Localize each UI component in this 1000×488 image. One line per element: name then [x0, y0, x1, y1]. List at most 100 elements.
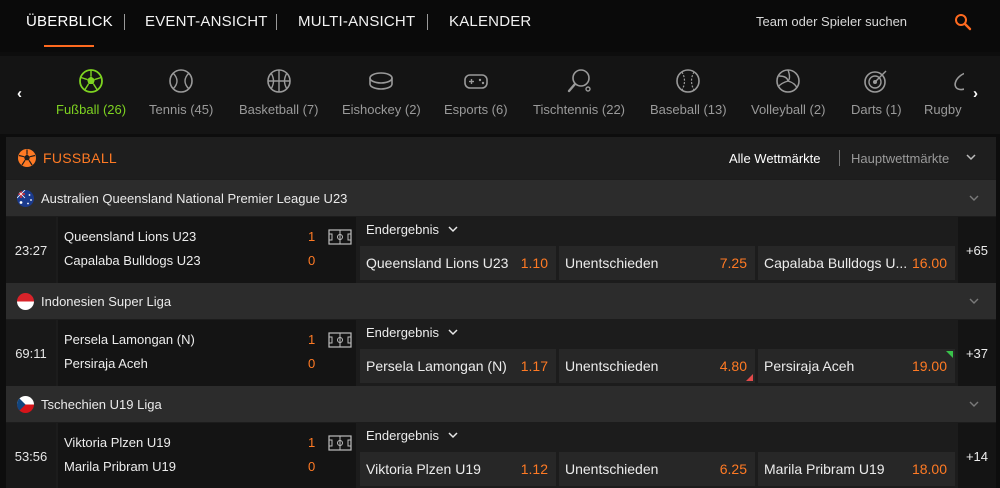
odds-label: Unentschieden	[565, 358, 659, 374]
odds-label: Persiraja Aceh	[764, 358, 855, 374]
sport-item-baseball[interactable]: Baseball (13)	[650, 68, 727, 117]
odds-button-away[interactable]: Marila Pribram U19 18.00	[758, 452, 955, 486]
away-score: 0	[308, 356, 316, 371]
away-score: 0	[308, 459, 316, 474]
chevron-down-icon[interactable]	[966, 153, 976, 161]
sport-item-fussball[interactable]: Fußball (26)	[56, 68, 126, 117]
sport-label: Tischtennis (22)	[533, 102, 625, 117]
sport-item-rugby[interactable]: Rugby	[924, 68, 964, 117]
soccer-field-icon[interactable]	[328, 332, 352, 348]
league-header[interactable]: Australien Queensland National Premier L…	[6, 180, 996, 216]
match-teams[interactable]: Viktoria Plzen U19 Marila Pribram U19 1 …	[58, 423, 356, 488]
carousel-prev-arrow-icon[interactable]: ‹	[17, 86, 31, 102]
soccer-ball-icon	[79, 69, 103, 93]
sport-item-eishockey[interactable]: Eishockey (2)	[342, 68, 421, 117]
odds-price: 18.00	[911, 461, 947, 477]
sport-item-esports[interactable]: Esports (6)	[444, 68, 508, 117]
odds-price: 1.17	[520, 358, 548, 374]
sport-item-tennis[interactable]: Tennis (45)	[149, 68, 213, 117]
odds-label: Unentschieden	[565, 461, 659, 477]
home-score: 1	[308, 332, 316, 347]
odds-label: Persela Lamongan (N)	[366, 358, 507, 374]
market-filter-main[interactable]: Hauptwettmärkte	[851, 151, 949, 166]
sport-item-volleyball[interactable]: Volleyball (2)	[751, 68, 825, 117]
odds-button-home[interactable]: Queensland Lions U23 1.10	[360, 246, 556, 280]
odds-label: Queensland Lions U23	[366, 255, 509, 271]
chevron-down-icon[interactable]	[448, 329, 458, 336]
rugby-ball-icon	[954, 71, 964, 91]
odds-button-draw[interactable]: Unentschieden 4.80	[559, 349, 755, 383]
australia-flag-icon	[17, 190, 34, 207]
sport-label: Volleyball (2)	[751, 102, 826, 117]
league-name: Indonesien Super Liga	[41, 294, 172, 309]
sport-item-tischtennis[interactable]: Tischtennis (22)	[533, 68, 625, 117]
match-clock: 23:27	[6, 217, 56, 283]
away-team: Capalaba Bulldogs U23	[64, 253, 201, 268]
odds-button-away[interactable]: Capalaba Bulldogs U... 16.00	[758, 246, 955, 280]
chevron-down-icon[interactable]	[448, 226, 458, 233]
odds-price: 16.00	[911, 255, 947, 271]
odds-button-draw[interactable]: Unentschieden 7.25	[559, 246, 755, 280]
sport-item-darts[interactable]: Darts (1)	[851, 68, 902, 117]
odds-button-away[interactable]: Persiraja Aceh 19.00	[758, 349, 955, 383]
soccer-ball-icon	[18, 149, 36, 167]
away-score: 0	[308, 253, 316, 268]
odds-button-home[interactable]: Viktoria Plzen U19 1.12	[360, 452, 556, 486]
more-markets-button[interactable]: +14	[958, 423, 996, 488]
away-team: Persiraja Aceh	[64, 356, 148, 371]
sport-label: Basketball (7)	[239, 102, 319, 117]
odds-price: 19.00	[911, 358, 947, 374]
odds-down-indicator	[746, 374, 753, 381]
away-team: Marila Pribram U19	[64, 459, 176, 474]
match-row: 53:56 Viktoria Plzen U19 Marila Pribram …	[6, 423, 996, 488]
match-row: 69:11 Persela Lamongan (N) Persiraja Ace…	[6, 320, 996, 386]
odds-button-home[interactable]: Persela Lamongan (N) 1.17	[360, 349, 556, 383]
sports-carousel: ‹ Fußball (26) Tennis (45) Basketball (7…	[0, 56, 1000, 134]
market-selector[interactable]: Endergebnis	[366, 222, 439, 237]
tennis-ball-icon	[169, 69, 193, 93]
soccer-field-icon[interactable]	[328, 229, 352, 245]
tab-event-ansicht[interactable]: EVENT-ANSICHT	[145, 13, 268, 30]
market-filter-all[interactable]: Alle Wettmärkte	[729, 151, 821, 166]
odds-price: 7.25	[719, 255, 747, 271]
soccer-field-icon[interactable]	[328, 435, 352, 451]
odds-label: Marila Pribram U19	[764, 461, 885, 477]
tab-multi-ansicht[interactable]: MULTI-ANSICHT	[298, 13, 415, 30]
main-panel: FUSSBALL Alle Wettmärkte Hauptwettmärkte…	[6, 137, 996, 488]
market-selector[interactable]: Endergebnis	[366, 428, 439, 443]
sport-label: Darts (1)	[851, 102, 902, 117]
match-clock: 53:56	[6, 423, 56, 488]
match-teams[interactable]: Queensland Lions U23 Capalaba Bulldogs U…	[58, 217, 356, 283]
odds-up-indicator	[946, 351, 953, 358]
chevron-down-icon[interactable]	[448, 432, 458, 439]
more-markets-button[interactable]: +37	[958, 320, 996, 386]
tab-separator	[427, 14, 428, 30]
czech-flag-icon	[17, 396, 34, 413]
match-teams[interactable]: Persela Lamongan (N) Persiraja Aceh 1 0	[58, 320, 356, 386]
odds-button-draw[interactable]: Unentschieden 6.25	[559, 452, 755, 486]
chevron-down-icon[interactable]	[969, 195, 979, 202]
search-icon[interactable]	[954, 13, 972, 31]
section-header: FUSSBALL Alle Wettmärkte Hauptwettmärkte	[6, 137, 996, 179]
home-score: 1	[308, 435, 316, 450]
market-selector[interactable]: Endergebnis	[366, 325, 439, 340]
odds-label: Unentschieden	[565, 255, 659, 271]
search-input[interactable]: Team oder Spieler suchen	[756, 14, 907, 29]
sport-item-basketball[interactable]: Basketball (7)	[239, 68, 318, 117]
tab-separator	[276, 14, 277, 30]
volleyball-icon	[776, 69, 801, 93]
darts-target-icon	[864, 70, 887, 93]
league-header[interactable]: Indonesien Super Liga	[6, 283, 996, 319]
odds-price: 1.10	[520, 255, 548, 271]
tab-ueberblick[interactable]: ÜBERBLICK	[26, 13, 113, 30]
more-markets-button[interactable]: +65	[958, 217, 996, 283]
home-team: Viktoria Plzen U19	[64, 435, 171, 450]
league-header[interactable]: Tschechien U19 Liga	[6, 386, 996, 422]
tab-kalender[interactable]: KALENDER	[449, 13, 531, 30]
carousel-next-arrow-icon[interactable]: ›	[973, 86, 987, 102]
chevron-down-icon[interactable]	[969, 401, 979, 408]
home-score: 1	[308, 229, 316, 244]
gamepad-icon	[463, 74, 488, 89]
odds-price: 4.80	[719, 358, 747, 374]
chevron-down-icon[interactable]	[969, 298, 979, 305]
